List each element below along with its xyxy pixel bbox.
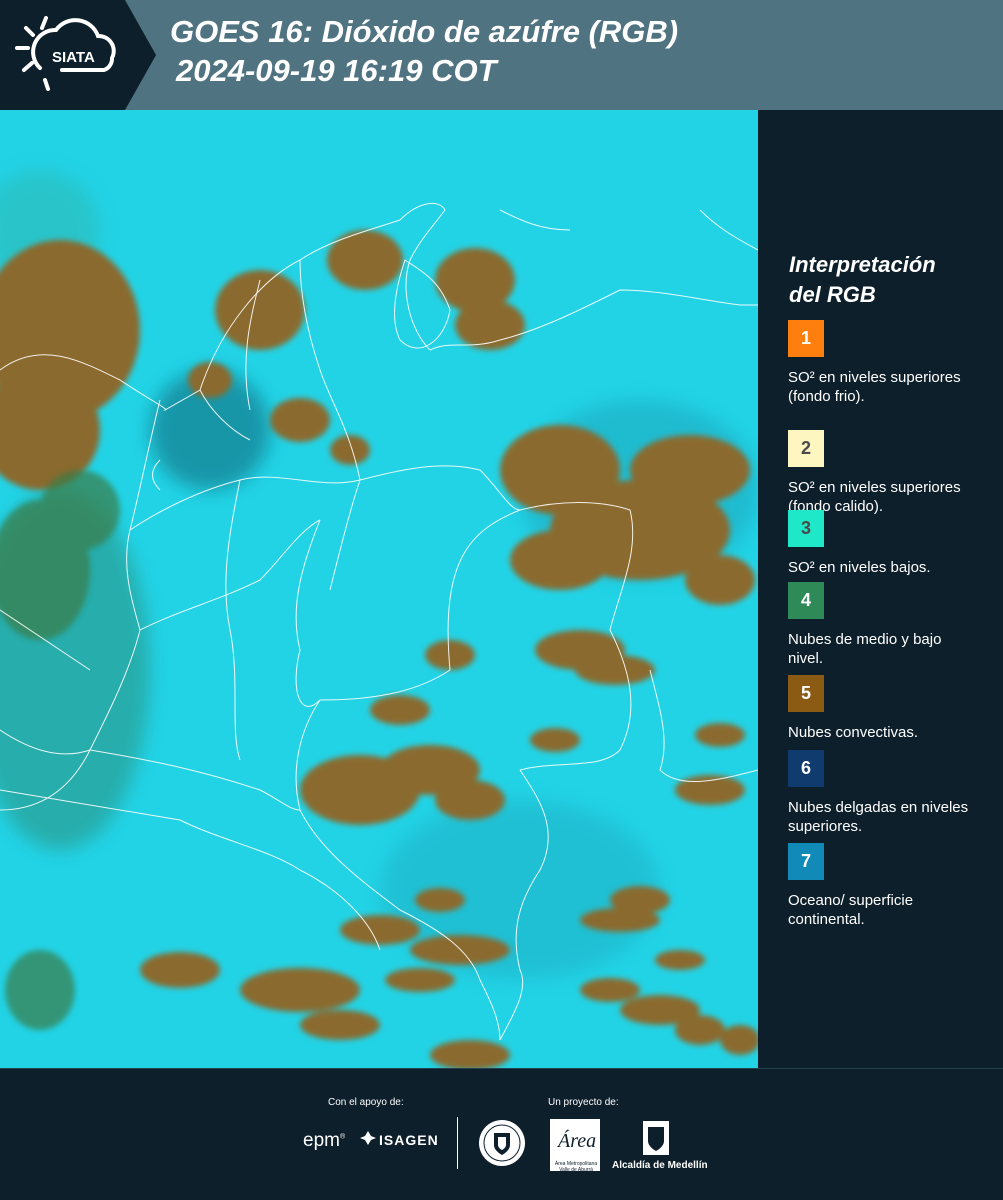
legend-label: Nubes de medio y bajo nivel. (788, 631, 942, 667)
legend-item-6: 6 Nubes delgadas en niveles superiores. (788, 750, 978, 836)
legend-swatch: 4 (788, 582, 824, 619)
project-label: Un proyecto de: (548, 1097, 619, 1108)
satellite-image (0, 110, 758, 1068)
area-metropolitana-label: Área Metropolitana Valle de Aburrá (554, 1161, 598, 1173)
legend-item-2: 2 SO² en niveles superiores (fondo calido… (788, 430, 978, 516)
support-label: Con el apoyo de: (328, 1097, 404, 1108)
legend-label: Nubes convectivas. (788, 724, 919, 741)
legend-label: SO² en niveles bajos. (788, 559, 931, 576)
isagen-icon (360, 1131, 376, 1145)
isagen-logo: ISAGEN (360, 1131, 439, 1148)
medellin-seal-icon (479, 1120, 525, 1166)
legend-swatch: 7 (788, 843, 824, 880)
svg-text:SIATA: SIATA (52, 49, 95, 66)
siata-logo: SIATA (0, 0, 156, 110)
legend-swatch: 6 (788, 750, 824, 787)
footer-divider (457, 1117, 458, 1169)
legend-label: SO² en niveles superiores (fondo frio). (788, 369, 961, 405)
legend-item-1: 1 SO² en niveles superiores (fondo frio). (788, 320, 978, 406)
legend-swatch: 1 (788, 320, 824, 357)
legend-swatch: 2 (788, 430, 824, 467)
page-timestamp: 2024-09-19 16:19 COT (176, 53, 497, 88)
alcaldia-label: Alcaldía de Medellín (612, 1160, 708, 1171)
legend-item-5: 5 Nubes convectivas. (788, 675, 978, 742)
footer: Con el apoyo de: Un proyecto de: epm® IS… (0, 1068, 1003, 1200)
legend-label: Nubes delgadas en niveles superiores. (788, 799, 969, 835)
svg-text:Área: Área (556, 1129, 596, 1152)
alcaldia-shield-icon (643, 1121, 669, 1155)
legend-item-7: 7 Oceano/ superficie continental. (788, 843, 978, 929)
page-title: GOES 16: Dióxido de azúfre (RGB) (170, 14, 679, 49)
legend-panel: Interpretación del RGB 1 SO² en niveles s… (760, 110, 1003, 1068)
legend-item-4: 4 Nubes de medio y bajo nivel. (788, 582, 978, 668)
header-bar: SIATA GOES 16: Dióxido de azúfre (RGB) 2… (0, 0, 1003, 110)
legend-item-3: 3 SO² en niveles bajos. (788, 510, 978, 577)
epm-logo: epm® (303, 1130, 346, 1151)
legend-title: Interpretación del RGB (789, 252, 936, 307)
satellite-map (0, 110, 758, 1068)
legend-label: Oceano/ superficie continental. (788, 892, 914, 928)
legend-swatch: 5 (788, 675, 824, 712)
legend-swatch: 3 (788, 510, 824, 547)
